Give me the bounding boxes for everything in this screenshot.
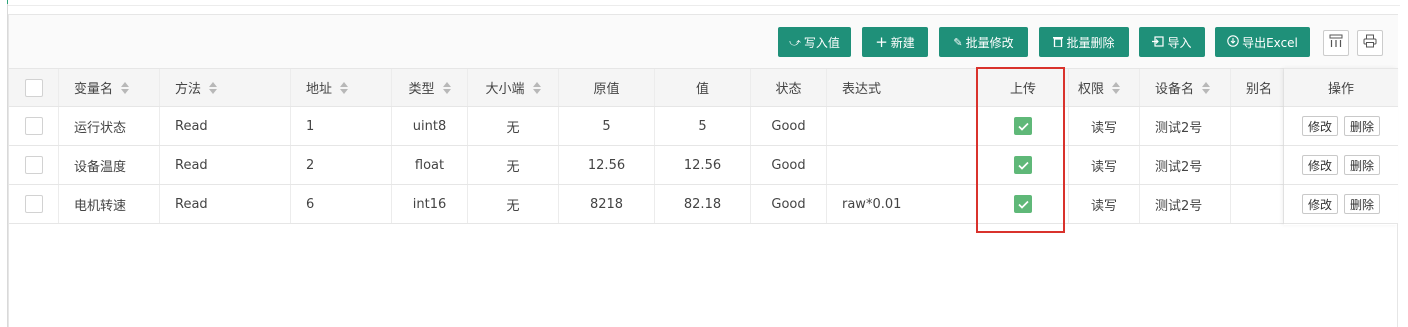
import-button[interactable]: 导入 bbox=[1139, 27, 1205, 57]
cell-raw: 12.56 bbox=[559, 146, 655, 184]
cell-upload bbox=[978, 107, 1069, 145]
table-row[interactable]: 运行状态 Read 1 uint8 无 5 5 Good 读写 测试2号 修改 … bbox=[9, 107, 1398, 146]
top-strip bbox=[8, 0, 1400, 6]
cell-upload bbox=[978, 185, 1069, 223]
header-device[interactable]: 设备名 bbox=[1140, 69, 1231, 106]
sort-icon bbox=[209, 81, 218, 94]
sort-icon bbox=[121, 81, 130, 94]
cell-expression bbox=[827, 107, 978, 145]
header-permission[interactable]: 权限 bbox=[1069, 69, 1140, 106]
sort-icon bbox=[340, 81, 349, 94]
cell-status: Good bbox=[751, 146, 827, 184]
sort-icon bbox=[532, 81, 541, 94]
cell-upload bbox=[978, 146, 1069, 184]
cell-value: 12.56 bbox=[655, 146, 751, 184]
cell-raw: 8218 bbox=[559, 185, 655, 223]
write-arrow-icon: ⤻ bbox=[789, 35, 801, 49]
trash-icon bbox=[1053, 36, 1064, 49]
cell-device: 测试2号 bbox=[1140, 185, 1231, 223]
cell-expression bbox=[827, 146, 978, 184]
cell-device: 测试2号 bbox=[1140, 146, 1231, 184]
batch-edit-button[interactable]: ✎ 批量修改 bbox=[939, 27, 1028, 57]
cell-method: Read bbox=[160, 185, 291, 223]
header-alias: 别名 bbox=[1231, 69, 1284, 106]
header-status: 状态 bbox=[751, 69, 827, 106]
create-button[interactable]: + 新建 bbox=[862, 27, 928, 57]
table-row[interactable]: 设备温度 Read 2 float 无 12.56 12.56 Good 读写 … bbox=[9, 146, 1398, 185]
cell-status: Good bbox=[751, 185, 827, 223]
header-expression: 表达式 bbox=[827, 69, 978, 106]
cell-type: float bbox=[392, 146, 468, 184]
header-type[interactable]: 类型 bbox=[392, 69, 468, 106]
cell-method: Read bbox=[160, 107, 291, 145]
toolbar: ⤻ 写入值 + 新建 ✎ 批量修改 批量删除 导入 导出Excel bbox=[9, 15, 1398, 68]
sort-icon bbox=[1202, 81, 1211, 94]
row-checkbox[interactable] bbox=[24, 195, 43, 213]
cell-type: uint8 bbox=[392, 107, 468, 145]
cell-name: 设备温度 bbox=[59, 146, 160, 184]
cell-address: 6 bbox=[291, 185, 392, 223]
cell-alias bbox=[1231, 107, 1284, 145]
cell-address: 2 bbox=[291, 146, 392, 184]
header-upload: 上传 bbox=[978, 69, 1069, 106]
cell-alias bbox=[1231, 185, 1284, 223]
cell-expression: raw*0.01 bbox=[827, 185, 978, 223]
cell-address: 1 bbox=[291, 107, 392, 145]
cell-endian: 无 bbox=[468, 107, 559, 145]
cell-value: 5 bbox=[655, 107, 751, 145]
header-address[interactable]: 地址 bbox=[291, 69, 392, 106]
cell-method: Read bbox=[160, 146, 291, 184]
row-select-cell bbox=[9, 146, 59, 184]
write-value-button[interactable]: ⤻ 写入值 bbox=[778, 27, 851, 57]
row-select-cell bbox=[9, 185, 59, 223]
fixed-actions-column bbox=[1284, 68, 1398, 225]
upload-checkbox[interactable] bbox=[1014, 117, 1032, 135]
cell-type: int16 bbox=[392, 185, 468, 223]
print-icon bbox=[1363, 34, 1377, 52]
header-endian[interactable]: 大小端 bbox=[468, 69, 559, 106]
row-checkbox[interactable] bbox=[24, 156, 43, 174]
import-icon bbox=[1152, 35, 1165, 49]
print-button[interactable] bbox=[1357, 30, 1383, 56]
table-panel: ⤻ 写入值 + 新建 ✎ 批量修改 批量删除 导入 导出Excel 变量名 方法… bbox=[8, 14, 1398, 327]
row-select-cell bbox=[9, 107, 59, 145]
cell-permission: 读写 bbox=[1069, 185, 1140, 223]
cell-name: 电机转速 bbox=[59, 185, 160, 223]
export-excel-button[interactable]: 导出Excel bbox=[1215, 27, 1310, 57]
cell-device: 测试2号 bbox=[1140, 107, 1231, 145]
row-checkbox[interactable] bbox=[24, 117, 43, 135]
cell-alias bbox=[1231, 146, 1284, 184]
header-raw: 原值 bbox=[559, 69, 655, 106]
check-icon bbox=[1017, 200, 1029, 209]
column-settings-button[interactable] bbox=[1323, 30, 1349, 56]
header-value: 值 bbox=[655, 69, 751, 106]
sort-icon bbox=[442, 81, 451, 94]
table-row[interactable]: 电机转速 Read 6 int16 无 8218 82.18 Good raw*… bbox=[9, 185, 1398, 224]
header-method[interactable]: 方法 bbox=[160, 69, 291, 106]
check-icon bbox=[1017, 161, 1029, 170]
pencil-icon: ✎ bbox=[953, 35, 963, 49]
columns-icon bbox=[1329, 34, 1343, 52]
cell-permission: 读写 bbox=[1069, 146, 1140, 184]
upload-checkbox[interactable] bbox=[1014, 156, 1032, 174]
cell-raw: 5 bbox=[559, 107, 655, 145]
cell-value: 82.18 bbox=[655, 185, 751, 223]
plus-icon: + bbox=[875, 32, 888, 51]
cell-permission: 读写 bbox=[1069, 107, 1140, 145]
cell-endian: 无 bbox=[468, 146, 559, 184]
select-all-checkbox[interactable] bbox=[24, 78, 43, 97]
header-name[interactable]: 变量名 bbox=[59, 69, 160, 106]
select-all-cell bbox=[9, 69, 59, 106]
batch-delete-button[interactable]: 批量删除 bbox=[1039, 27, 1129, 57]
cell-endian: 无 bbox=[468, 185, 559, 223]
upload-checkbox[interactable] bbox=[1014, 195, 1032, 213]
check-icon bbox=[1017, 122, 1029, 131]
table-header: 变量名 方法 地址 类型 大小端 原值 值 状态 表达式 上传 权限 设备名 别… bbox=[9, 68, 1398, 107]
download-icon bbox=[1227, 35, 1239, 49]
sort-icon bbox=[1112, 81, 1121, 94]
cell-status: Good bbox=[751, 107, 827, 145]
cell-name: 运行状态 bbox=[59, 107, 160, 145]
